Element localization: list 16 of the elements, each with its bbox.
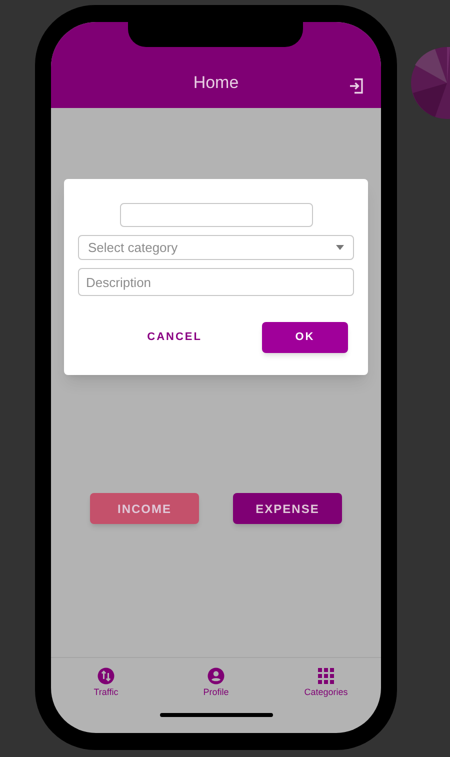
grid-icon bbox=[318, 668, 334, 684]
nav-tab[interactable]: Traffic bbox=[66, 667, 146, 700]
amount-field[interactable] bbox=[120, 203, 312, 227]
ok-button[interactable]: OK bbox=[262, 322, 348, 353]
cancel-button[interactable]: CANCEL bbox=[131, 322, 218, 353]
header-title: Home bbox=[193, 72, 239, 94]
user-icon bbox=[207, 667, 225, 685]
income-button[interactable]: INCOME bbox=[90, 493, 199, 524]
nav-tab[interactable]: Profile bbox=[176, 667, 256, 700]
caret-icon bbox=[336, 245, 344, 250]
expense-button[interactable]: EXPENSE bbox=[233, 493, 342, 524]
swap-icon bbox=[97, 667, 115, 685]
category-select[interactable]: Select category bbox=[78, 235, 354, 260]
description-field[interactable]: Description bbox=[78, 268, 354, 296]
logout-icon[interactable] bbox=[347, 77, 366, 95]
nav-tab[interactable]: Categories bbox=[286, 667, 366, 700]
